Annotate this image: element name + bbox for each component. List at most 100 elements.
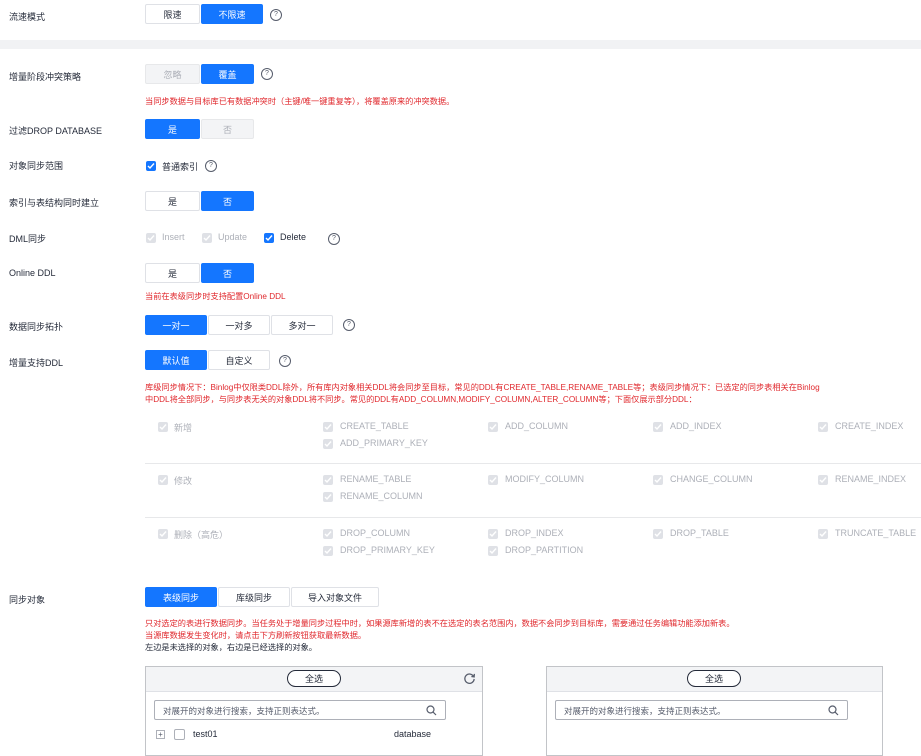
help-icon[interactable]: ? xyxy=(261,68,273,80)
index-build-option-yes[interactable]: 是 xyxy=(145,191,200,211)
ddl-category-checkbox[interactable] xyxy=(158,529,168,539)
ddl-option-custom[interactable]: 自定义 xyxy=(208,350,270,370)
ddl-option-default[interactable]: 默认值 xyxy=(145,350,207,370)
sync-objects-label: 同步对象 xyxy=(9,595,46,605)
conflict-hint: 当同步数据与目标库已有数据冲突时（主键/唯一键重复等），将覆盖原来的冲突数据。 xyxy=(145,97,455,106)
insert-checkbox[interactable] xyxy=(146,233,156,243)
ddl-option-label: DROP_TABLE xyxy=(670,528,729,538)
delete-label: Delete xyxy=(280,232,307,242)
online-ddl-label: Online DDL xyxy=(9,268,56,278)
ddl-option-label: DROP_INDEX xyxy=(505,528,564,538)
help-icon[interactable]: ? xyxy=(279,355,291,367)
rate-limit-option-unlimited[interactable]: 不限速 xyxy=(201,4,263,24)
ddl-option-checkbox[interactable] xyxy=(323,422,333,432)
ddl-option-checkbox[interactable] xyxy=(323,475,333,485)
tree-row: + test01 database xyxy=(156,729,476,743)
sync-objects-option-table[interactable]: 表级同步 xyxy=(145,587,217,607)
ddl-category-checkbox[interactable] xyxy=(158,422,168,432)
panel-header: 全选 xyxy=(146,667,482,692)
online-ddl-hint: 当前在表级同步时支持配置Online DDL xyxy=(145,292,286,301)
ddl-option-checkbox[interactable] xyxy=(653,475,663,485)
ddl-option-label: DROP_PARTITION xyxy=(505,545,584,555)
selected-objects-panel: 全选 xyxy=(546,666,883,756)
ddl-option-checkbox[interactable] xyxy=(653,529,663,539)
ddl-option-checkbox[interactable] xyxy=(488,546,498,556)
topology-option-one-to-one[interactable]: 一对一 xyxy=(145,315,207,335)
ddl-option-checkbox[interactable] xyxy=(488,475,498,485)
rate-limit-toggle: 限速 不限速 xyxy=(145,4,264,24)
ddl-option-label: RENAME_INDEX xyxy=(835,474,907,484)
ddl-option-label: CHANGE_COLUMN xyxy=(670,474,753,484)
search-icon[interactable] xyxy=(426,705,437,718)
ddl-option-checkbox[interactable] xyxy=(488,529,498,539)
sync-objects-option-import-file[interactable]: 导入对象文件 xyxy=(291,587,379,607)
filter-drop-option-yes[interactable]: 是 xyxy=(145,119,200,139)
topology-toggle: 一对一 一对多 多对一 xyxy=(145,315,334,335)
sync-objects-hint-line1: 只对选定的表进行数据同步。当任务处于增量同步过程中时，如果源库新增的表不在选定的… xyxy=(145,619,735,628)
ddl-hint-line1: 库级同步情况下：Binlog中仅限类DDL除外，所有库内对象相关DDL将会同步至… xyxy=(145,383,820,392)
ddl-option-checkbox[interactable] xyxy=(488,422,498,432)
sync-objects-hint-line2: 当源库数据发生变化时，请点击下方刷新按钮获取最新数据。 xyxy=(145,631,367,640)
right-search-input[interactable] xyxy=(562,702,816,720)
conflict-option-overwrite[interactable]: 覆盖 xyxy=(201,64,254,84)
topology-option-one-to-many[interactable]: 一对多 xyxy=(208,315,270,335)
panel-header: 全选 xyxy=(547,667,882,692)
ddl-option-label: DROP_COLUMN xyxy=(340,528,411,538)
sync-objects-option-database[interactable]: 库级同步 xyxy=(218,587,290,607)
ddl-label: 增量支持DDL xyxy=(9,358,64,368)
filter-drop-option-no[interactable]: 否 xyxy=(201,119,254,139)
ddl-row-divider xyxy=(145,517,921,518)
right-search-box xyxy=(555,700,848,720)
ddl-option-label: ADD_COLUMN xyxy=(505,421,569,431)
ddl-option-checkbox[interactable] xyxy=(818,529,828,539)
ddl-option-label: RENAME_TABLE xyxy=(340,474,412,484)
ddl-option-label: MODIFY_COLUMN xyxy=(505,474,585,484)
update-label: Update xyxy=(218,232,248,242)
search-icon[interactable] xyxy=(828,705,839,718)
online-ddl-option-no[interactable]: 否 xyxy=(201,263,254,283)
ddl-option-label: CREATE_TABLE xyxy=(340,421,409,431)
index-build-option-no[interactable]: 否 xyxy=(201,191,254,211)
conflict-label: 增量阶段冲突策略 xyxy=(9,72,82,82)
ddl-option-checkbox[interactable] xyxy=(323,529,333,539)
ddl-option-checkbox[interactable] xyxy=(818,475,828,485)
sync-objects-note: 左边是未选择的对象，右边是已经选择的对象。 xyxy=(145,643,317,652)
filter-drop-toggle: 是 否 xyxy=(145,119,255,139)
insert-label: Insert xyxy=(162,232,185,242)
normal-index-checkbox[interactable] xyxy=(146,161,156,171)
topology-label: 数据同步拓扑 xyxy=(9,322,64,332)
ddl-option-checkbox[interactable] xyxy=(818,422,828,432)
ddl-option-checkbox[interactable] xyxy=(323,439,333,449)
tree-row-name: test01 xyxy=(193,729,218,739)
delete-checkbox[interactable] xyxy=(264,233,274,243)
tree-row-checkbox[interactable] xyxy=(174,729,185,740)
index-build-label: 索引与表结构同时建立 xyxy=(9,198,100,208)
update-checkbox[interactable] xyxy=(202,233,212,243)
select-all-button[interactable]: 全选 xyxy=(687,670,741,687)
tree-row-type: database xyxy=(394,729,432,739)
conflict-option-ignore[interactable]: 忽略 xyxy=(145,64,200,84)
ddl-option-checkbox[interactable] xyxy=(323,492,333,502)
online-ddl-toggle: 是 否 xyxy=(145,263,255,283)
help-icon[interactable]: ? xyxy=(328,233,340,245)
ddl-category-checkbox[interactable] xyxy=(158,475,168,485)
ddl-option-checkbox[interactable] xyxy=(653,422,663,432)
help-icon[interactable]: ? xyxy=(343,319,355,331)
ddl-option-label: DROP_PRIMARY_KEY xyxy=(340,545,435,555)
online-ddl-option-yes[interactable]: 是 xyxy=(145,263,200,283)
ddl-option-label: TRUNCATE_TABLE xyxy=(835,528,917,538)
help-icon[interactable]: ? xyxy=(270,9,282,21)
rate-limit-option-limited[interactable]: 限速 xyxy=(145,4,200,24)
left-search-input[interactable] xyxy=(161,702,415,720)
filter-drop-label: 过滤DROP DATABASE xyxy=(9,126,103,136)
ddl-option-checkbox[interactable] xyxy=(323,546,333,556)
refresh-icon[interactable] xyxy=(463,672,476,687)
index-build-toggle: 是 否 xyxy=(145,191,255,211)
topology-option-many-to-one[interactable]: 多对一 xyxy=(271,315,333,335)
expand-icon[interactable]: + xyxy=(156,730,165,739)
ddl-category-label: 删除（高危） xyxy=(174,530,229,540)
left-search-box xyxy=(154,700,446,720)
ddl-row-divider xyxy=(145,463,921,464)
help-icon[interactable]: ? xyxy=(205,160,217,172)
select-all-button[interactable]: 全选 xyxy=(287,670,341,687)
